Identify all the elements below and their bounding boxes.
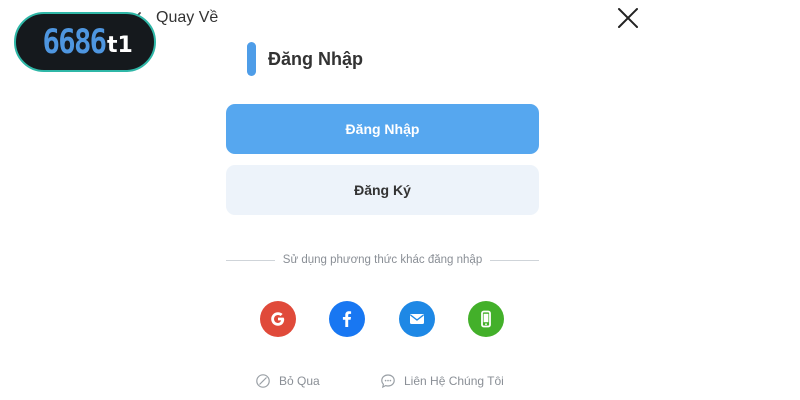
logo-suffix: t1 <box>107 32 133 58</box>
phone-icon <box>481 310 491 328</box>
brand-logo: 6686 t1 <box>14 12 156 72</box>
skip-icon <box>256 374 270 388</box>
contact-us-link[interactable]: Liên Hệ Chúng Tôi <box>380 372 504 390</box>
google-icon <box>271 312 285 326</box>
alternative-login-divider: Sử dụng phương thức khác đăng nhập <box>226 251 540 269</box>
skip-label: Bỏ Qua <box>279 374 320 388</box>
facebook-icon <box>342 311 352 327</box>
page-title: Đăng Nhập <box>247 42 363 76</box>
close-button[interactable] <box>614 4 642 32</box>
login-button[interactable]: Đăng Nhập <box>226 104 539 154</box>
close-icon <box>618 8 638 28</box>
page-title-text: Đăng Nhập <box>268 48 364 69</box>
email-icon <box>410 314 424 324</box>
divider-line-right <box>490 259 540 261</box>
logo-number: 6686 <box>42 22 108 62</box>
chat-icon <box>381 374 395 389</box>
divider-text: Sử dụng phương thức khác đăng nhập <box>282 254 483 266</box>
skip-link[interactable]: Bỏ Qua <box>255 372 320 390</box>
title-accent-bar <box>247 42 256 76</box>
register-button[interactable]: Đăng Ký <box>226 165 539 215</box>
contact-us-label: Liên Hệ Chúng Tôi <box>404 374 504 388</box>
back-label: Quay Về <box>156 9 219 26</box>
google-login-button[interactable] <box>260 301 296 337</box>
phone-login-button[interactable] <box>468 301 504 337</box>
email-login-button[interactable] <box>399 301 435 337</box>
facebook-login-button[interactable] <box>329 301 365 337</box>
divider-line-left <box>226 259 275 261</box>
